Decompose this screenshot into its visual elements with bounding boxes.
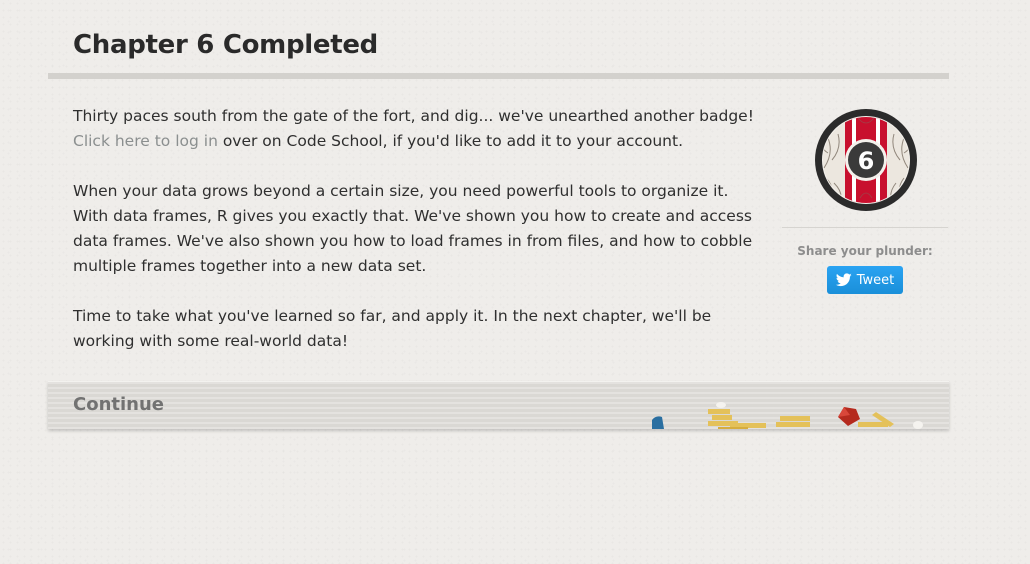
tweet-button[interactable]: Tweet	[827, 266, 903, 294]
badge-number: 6	[858, 147, 875, 175]
badge-graphic: 6	[815, 109, 917, 211]
header: Chapter 6 Completed	[48, 0, 949, 80]
page-container: Chapter 6 Completed Thirty paces south f…	[48, 0, 949, 429]
share-label: Share your plunder:	[797, 244, 933, 258]
page-title: Chapter 6 Completed	[73, 30, 378, 60]
chapter-summary: Thirty paces south from the gate of the …	[73, 104, 763, 379]
summary-text-1b: over on Code School, if you'd like to ad…	[217, 132, 684, 150]
twitter-bird-icon	[835, 273, 852, 287]
chapter-badge-icon: 6	[814, 108, 918, 212]
summary-paragraph-2: When your data grows beyond a certain si…	[73, 182, 753, 275]
title-divider	[48, 73, 949, 79]
treasure-illustration-icon	[652, 402, 923, 429]
continue-label: Continue	[73, 394, 165, 415]
continue-button[interactable]: Continue	[48, 381, 949, 429]
login-link[interactable]: Click here to log in	[73, 132, 218, 150]
sidebar-divider	[782, 227, 948, 228]
summary-paragraph-1: Thirty paces south from the gate of the …	[73, 104, 763, 154]
summary-paragraph-3: Time to take what you've learned so far,…	[73, 307, 712, 350]
summary-text-1a: Thirty paces south from the gate of the …	[73, 107, 754, 125]
tweet-label: Tweet	[856, 272, 895, 288]
